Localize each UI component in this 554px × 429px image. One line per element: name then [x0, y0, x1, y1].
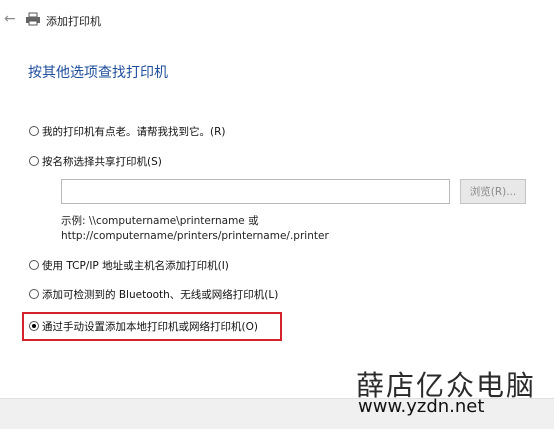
highlight-box — [22, 312, 282, 341]
watermark-url: www.yzdn.net — [358, 396, 485, 417]
option-label: 使用 TCP/IP 地址或主机名添加打印机(I) — [42, 259, 229, 272]
share-name-input[interactable] — [61, 179, 450, 204]
option-label: 我的打印机有点老。请帮我找到它。(R) — [42, 125, 226, 138]
radio-button[interactable] — [29, 260, 39, 270]
browse-button[interactable]: 浏览(R)... — [460, 179, 526, 204]
back-arrow-icon[interactable]: ← — [4, 12, 16, 26]
option-bluetooth-wireless[interactable]: 添加可检测到的 Bluetooth、无线或网络打印机(L) — [29, 286, 278, 302]
example-line-1: 示例: \\computername\printername 或 — [61, 215, 259, 227]
page-heading: 按其他选项查找打印机 — [28, 65, 168, 81]
example-line-2: http://computername/printers/printername… — [61, 230, 329, 242]
option-label: 添加可检测到的 Bluetooth、无线或网络打印机(L) — [42, 288, 279, 301]
radio-button[interactable] — [29, 156, 39, 166]
radio-button[interactable] — [29, 289, 39, 299]
option-tcpip[interactable]: 使用 TCP/IP 地址或主机名添加打印机(I) — [29, 257, 229, 273]
window-title: 添加打印机 — [46, 15, 101, 28]
option-shared-printer[interactable]: 按名称选择共享打印机(S) — [29, 153, 162, 169]
radio-button[interactable] — [29, 126, 39, 136]
title-bar: ← 添加打印机 — [0, 0, 554, 40]
option-old-printer[interactable]: 我的打印机有点老。请帮我找到它。(R) — [29, 123, 226, 139]
option-label: 按名称选择共享打印机(S) — [42, 155, 162, 168]
printer-icon — [26, 12, 40, 26]
